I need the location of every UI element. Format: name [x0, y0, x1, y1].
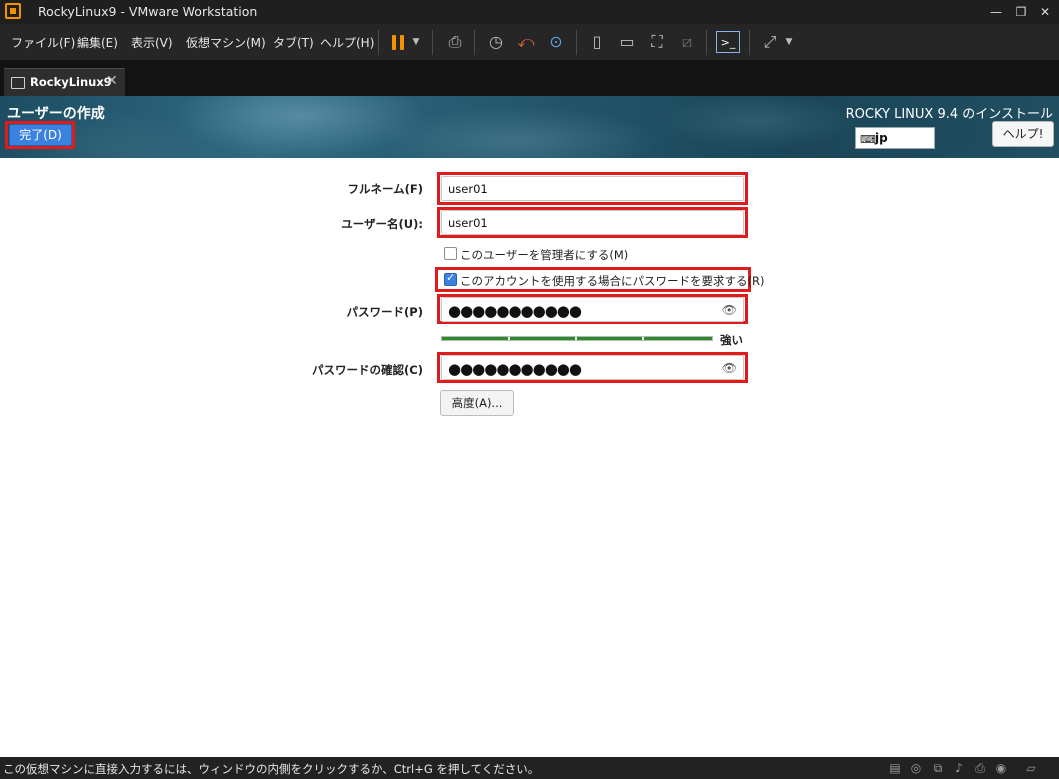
stretch-guest-icon[interactable]: ⤢: [759, 31, 781, 53]
password-strength-bar: [441, 336, 713, 341]
chevron-down-icon[interactable]: ▼: [410, 31, 422, 53]
chevron-down-icon[interactable]: ▼: [783, 31, 795, 53]
require-password-checkbox[interactable]: [444, 271, 457, 286]
password-mask: ●●●●●●●●●●●: [448, 302, 582, 320]
network-icon[interactable]: ⧉: [930, 760, 946, 776]
show-password-eye-icon[interactable]: 👁: [722, 361, 737, 375]
toolbar-separator: [432, 30, 433, 55]
page-title: ユーザーの作成: [7, 106, 105, 122]
unity-icon[interactable]: ⧄: [676, 31, 698, 53]
menu-edit[interactable]: 編集(E): [77, 34, 118, 51]
password-strength-label: 強い: [720, 333, 743, 347]
menu-view[interactable]: 表示(V): [131, 34, 173, 51]
done-button[interactable]: 完了(D): [9, 124, 72, 146]
status-bar: この仮想マシンに直接入力するには、ウィンドウの内側をクリックするか、Ctrl+G…: [0, 757, 1059, 779]
username-value: user01: [448, 216, 488, 230]
advanced-button[interactable]: 高度(A)...: [440, 390, 514, 416]
window-title: RockyLinux9 - VMware Workstation: [38, 4, 258, 19]
menu-toolbar: ファイル(F) 編集(E) 表示(V) 仮想マシン(M) タブ(T) ヘルプ(H…: [0, 24, 1059, 61]
confirm-password-mask: ●●●●●●●●●●●: [448, 360, 582, 378]
snapshot-manager-icon[interactable]: ⊙: [545, 31, 567, 53]
password-strength-fill: [442, 337, 712, 340]
hard-disk-icon[interactable]: ▤: [887, 760, 903, 776]
library-icon[interactable]: ▯: [586, 31, 608, 53]
show-password-eye-icon[interactable]: 👁: [722, 303, 737, 317]
menu-file[interactable]: ファイル(F): [11, 34, 75, 51]
snapshot-icon[interactable]: ◷: [485, 31, 507, 53]
vmware-logo-icon: [5, 3, 21, 19]
confirm-password-input[interactable]: ●●●●●●●●●●● 👁: [441, 355, 744, 380]
toolbar-separator: [378, 30, 379, 55]
keyboard-icon: ⌨: [860, 133, 876, 146]
tab-rockylinux9[interactable]: RockyLinux9 ✕: [4, 68, 125, 96]
minimize-icon[interactable]: —: [986, 2, 1006, 22]
require-password-label[interactable]: このアカウントを使用する場合にパスワードを要求する(R): [460, 273, 764, 289]
revert-snapshot-icon[interactable]: ⤺: [515, 31, 537, 53]
send-keys-icon[interactable]: ⎙: [444, 31, 466, 53]
guest-screen[interactable]: ユーザーの作成 完了(D) ROCKY LINUX 9.4 のインストール ⌨ …: [0, 96, 1059, 757]
title-bar: RockyLinux9 - VMware Workstation — ❐ ✕: [0, 0, 1059, 24]
strength-segment-divider: [508, 337, 510, 340]
admin-checkbox[interactable]: [444, 247, 457, 260]
status-message: この仮想マシンに直接入力するには、ウィンドウの内側をクリックするか、Ctrl+G…: [3, 762, 540, 776]
installer-header: ユーザーの作成 完了(D) ROCKY LINUX 9.4 のインストール ⌨ …: [0, 96, 1059, 158]
toolbar-separator: [576, 30, 577, 55]
thumbnail-bar-icon[interactable]: ▭: [616, 31, 638, 53]
password-input[interactable]: ●●●●●●●●●●● 👁: [441, 297, 744, 322]
toolbar-separator: [474, 30, 475, 55]
username-input[interactable]: user01: [441, 210, 744, 235]
close-tab-icon[interactable]: ✕: [106, 73, 118, 89]
printer-icon[interactable]: ⎙: [972, 760, 988, 776]
cd-dvd-icon[interactable]: ◎: [908, 760, 924, 776]
toolbar-separator: [706, 30, 707, 55]
restore-icon[interactable]: ❐: [1011, 2, 1031, 22]
fullname-value: user01: [448, 182, 488, 196]
toolbar-separator: [749, 30, 750, 55]
keyboard-layout-indicator[interactable]: ⌨ jp: [855, 127, 935, 149]
pause-icon[interactable]: [389, 31, 407, 53]
fullname-label: フルネーム(F): [347, 182, 423, 196]
console-view-icon[interactable]: >_: [716, 31, 740, 53]
strength-segment-divider: [575, 337, 577, 340]
vm-tab-strip: RockyLinux9 ✕: [0, 61, 1059, 96]
admin-checkbox-label[interactable]: このユーザーを管理者にする(M): [460, 247, 628, 263]
menu-vm[interactable]: 仮想マシン(M): [186, 34, 266, 51]
confirm-password-label: パスワードの確認(C): [312, 363, 423, 377]
message-icon[interactable]: ▱: [1023, 760, 1039, 776]
sound-icon[interactable]: ♪: [951, 760, 967, 776]
install-title: ROCKY LINUX 9.4 のインストール: [845, 107, 1053, 122]
full-screen-icon[interactable]: ⛶: [646, 31, 668, 53]
usb-icon[interactable]: ◉: [993, 760, 1009, 776]
strength-segment-divider: [642, 337, 644, 340]
vm-icon: [11, 77, 25, 89]
username-label: ユーザー名(U):: [341, 217, 423, 231]
keyboard-layout-label: jp: [875, 131, 888, 145]
help-button[interactable]: ヘルプ!: [992, 121, 1054, 147]
tab-label: RockyLinux9: [30, 75, 112, 89]
menu-help[interactable]: ヘルプ(H): [320, 34, 374, 51]
menu-tabs[interactable]: タブ(T): [273, 34, 314, 51]
close-icon[interactable]: ✕: [1035, 2, 1055, 22]
fullname-input[interactable]: user01: [441, 176, 744, 201]
password-label: パスワード(P): [346, 305, 423, 319]
